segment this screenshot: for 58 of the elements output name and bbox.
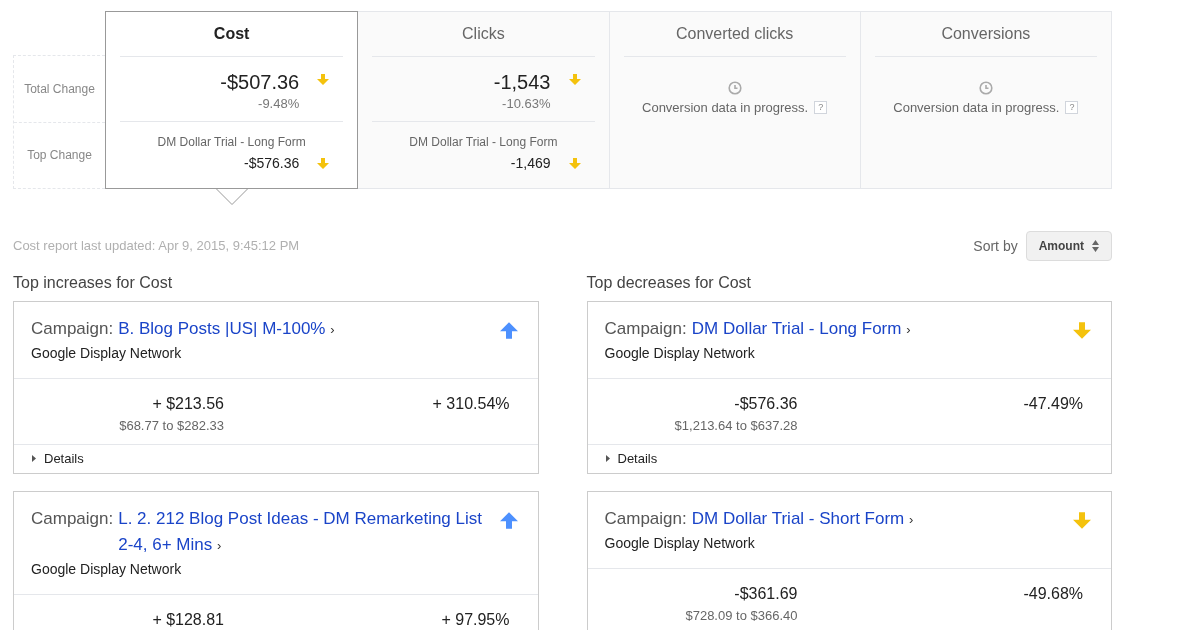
last-updated-text: Cost report last updated: Apr 9, 2015, 9:45:12 PM <box>13 237 300 256</box>
top-change-name: DM Dollar Trial - Long Form <box>409 134 558 151</box>
top-change-value: -$576.36 <box>243 154 300 173</box>
percent-change: -49.68% <box>1023 583 1083 604</box>
metric-tab[interactable]: Cost -$507.36 -9.48% DM Dollar Trial - Long Form -$576.36 <box>105 11 359 189</box>
clock-icon <box>727 81 742 95</box>
sort-label: Sort by <box>973 236 1018 256</box>
campaign-label: Campaign: <box>31 318 114 340</box>
tab-title: Conversions <box>941 24 1031 44</box>
row-label: Total Change <box>24 80 95 98</box>
tab-title: Clicks <box>462 24 505 44</box>
caret-icon <box>32 455 36 462</box>
tab-title: Cost <box>213 24 250 44</box>
help-icon[interactable]: ? <box>814 101 828 115</box>
percent-change: + 310.54% <box>432 394 510 414</box>
details-toggle[interactable]: Details <box>587 443 1111 473</box>
amount-change: + $213.56 <box>152 394 224 414</box>
section-heading: Top decreases for Cost <box>586 273 753 293</box>
network-label: Google Display Network <box>31 559 183 579</box>
clock-icon <box>978 81 993 95</box>
campaign-label: Campaign: <box>604 507 687 530</box>
total-change-value: -$507.36 <box>220 70 300 94</box>
help-icon[interactable]: ? <box>1065 101 1079 115</box>
percent-change: -47.49% <box>1023 394 1083 414</box>
status-message: Conversion data in progress. <box>642 99 809 117</box>
pointer-notch-icon <box>215 188 248 205</box>
campaign-link[interactable]: DM Dollar Trial - Short Form › <box>691 505 914 533</box>
network-label: Google Display Network <box>31 344 183 363</box>
amount-change: -$576.36 <box>734 394 798 414</box>
amount-range: $728.09 to $366.40 <box>685 606 798 625</box>
campaign-link[interactable]: L. 2. 212 Blog Post Ideas - DM Remarketing List 2-4, 6+ Mins › <box>118 505 488 559</box>
metric-tab[interactable]: Converted clicks Conversion data in progress. ? <box>608 12 860 188</box>
metric-tab[interactable]: Clicks -1,543 -10.63% DM Dollar Trial - Long Form -1,469 <box>357 12 609 188</box>
percent-change: -10.63% <box>502 95 551 113</box>
amount-change: + $128.81 <box>152 609 224 630</box>
amount-range: $1,213.64 to $637.28 <box>674 417 798 435</box>
metric-tab[interactable]: Conversions Conversion data in progress. ? <box>859 12 1111 188</box>
status-message: Conversion data in progress. <box>893 99 1060 117</box>
campaign-label: Campaign: <box>31 507 114 530</box>
network-label: Google Display Network <box>604 533 756 553</box>
amount-change: -$361.69 <box>734 583 798 604</box>
network-label: Google Display Network <box>604 344 756 363</box>
details-toggle[interactable]: Details <box>14 443 538 473</box>
campaign-link[interactable]: DM Dollar Trial - Long Form › <box>691 316 911 343</box>
total-change-value: -1,543 <box>493 70 551 94</box>
caret-icon <box>605 455 610 462</box>
top-change-value: -1,469 <box>510 154 551 173</box>
sort-dropdown[interactable]: Amount <box>1025 231 1112 261</box>
top-change-name: DM Dollar Trial - Long Form <box>157 134 306 151</box>
amount-range: $68.77 to $282.33 <box>119 417 224 435</box>
row-label: Top Change <box>27 147 92 165</box>
tab-title: Converted clicks <box>675 24 794 44</box>
section-heading: Top increases for Cost <box>13 273 174 293</box>
percent-change: -9.48% <box>258 95 300 113</box>
sort-arrows-icon <box>1092 240 1099 252</box>
percent-change: + 97.95% <box>441 609 510 630</box>
campaign-link[interactable]: B. Blog Posts |US| M-100% › <box>118 316 335 343</box>
campaign-label: Campaign: <box>604 318 687 340</box>
